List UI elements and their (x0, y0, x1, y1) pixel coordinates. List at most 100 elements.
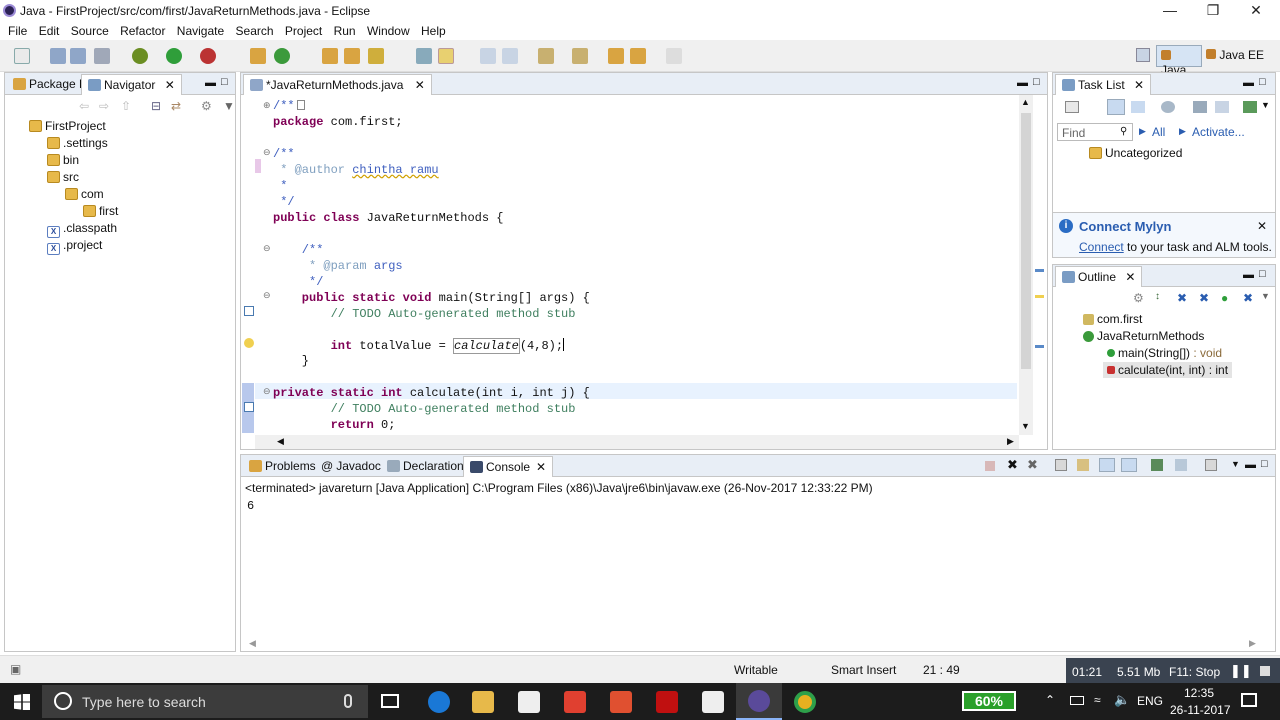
run-icon[interactable] (166, 48, 182, 64)
menu-refactor[interactable]: Refactor (120, 22, 165, 40)
chrome-icon[interactable] (794, 691, 816, 713)
mail-icon[interactable] (702, 691, 724, 713)
show-whitespace-icon[interactable] (502, 48, 518, 64)
open-type-icon[interactable] (322, 48, 338, 64)
toggle-mark-icon[interactable] (416, 48, 432, 64)
new-class-icon[interactable] (274, 48, 290, 64)
tree-item-com[interactable]: com (65, 187, 104, 201)
menu-help[interactable]: Help (421, 22, 446, 40)
menu-source[interactable]: Source (71, 22, 109, 40)
wifi-icon[interactable]: ≈ (1094, 693, 1101, 707)
vertical-scrollbar[interactable]: ▲ ▼ (1019, 95, 1033, 435)
scheduled-icon[interactable] (1131, 101, 1145, 113)
close-icon[interactable]: ✕ (1125, 270, 1135, 284)
close-icon[interactable]: ✕ (536, 460, 546, 474)
horizontal-scrollbar[interactable]: ◀ ▶ (255, 435, 1019, 449)
tab-problems[interactable]: Problems (243, 456, 322, 477)
fold-toggle-icon[interactable]: ⊖ (263, 290, 271, 301)
tab-outline[interactable]: Outline ✕ (1055, 266, 1143, 287)
code-line[interactable]: // TODO Auto-generated method stub (273, 402, 576, 416)
mcafee-icon[interactable] (656, 691, 678, 713)
connect-link[interactable]: Connect (1079, 240, 1124, 254)
open-folder-icon[interactable] (344, 48, 360, 64)
stop-icon[interactable] (1260, 666, 1270, 676)
chevron-up-icon[interactable]: ⌃ (1045, 693, 1055, 707)
maximize-view-icon[interactable]: □ (1259, 76, 1266, 88)
focus-icon[interactable] (1161, 101, 1175, 113)
fold-toggle-icon[interactable]: ⊖ (263, 243, 271, 254)
clock-date[interactable]: 26-11-2017 (1170, 703, 1231, 717)
menu-project[interactable]: Project (285, 22, 322, 40)
console-output[interactable]: 6 (247, 499, 254, 513)
perspective-javaee[interactable]: Java EE (1206, 48, 1264, 62)
all-link[interactable]: All (1152, 125, 1165, 139)
remove-launch-icon[interactable]: ✖ (1007, 457, 1018, 473)
scroll-lock-icon[interactable] (1077, 459, 1089, 471)
view-menu-icon[interactable]: ▼ (1231, 459, 1240, 469)
pause-icon[interactable]: ❚❚ (1230, 663, 1252, 679)
tab-editor-file[interactable]: *JavaReturnMethods.java ✕ (243, 74, 432, 95)
scroll-thumb[interactable] (1021, 113, 1031, 369)
maximize-view-icon[interactable]: □ (1261, 458, 1268, 470)
scroll-down-icon[interactable]: ▼ (1021, 421, 1030, 431)
eclipse-taskbar-button[interactable] (736, 683, 782, 720)
minimize-button[interactable]: — (1147, 0, 1193, 22)
terminate-icon[interactable] (985, 461, 995, 471)
code-line[interactable]: /** (273, 243, 324, 257)
save-all-icon[interactable] (70, 48, 86, 64)
up-icon[interactable]: ⇧ (121, 99, 131, 113)
menu-navigate[interactable]: Navigate (177, 22, 224, 40)
fast-view-icon[interactable]: ▣ (10, 662, 21, 676)
collapse-all-icon[interactable] (1215, 101, 1229, 113)
prev-annotation-icon[interactable] (572, 48, 588, 64)
debug-icon[interactable] (132, 48, 148, 64)
next-annotation-icon[interactable] (538, 48, 554, 64)
back-icon[interactable]: ⇦ (79, 99, 89, 113)
tab-javadoc[interactable]: @ Javadoc (315, 456, 387, 477)
tab-task-list[interactable]: Task List ✕ (1055, 74, 1152, 95)
scroll-left-icon[interactable]: ◀ (249, 638, 256, 649)
maximize-view-icon[interactable]: □ (1259, 268, 1266, 280)
minimize-view-icon[interactable]: ▬ (1017, 77, 1028, 89)
highlight-icon[interactable] (438, 48, 454, 64)
hide-static-icon[interactable]: ✖ (1199, 291, 1209, 305)
menu-window[interactable]: Window (367, 22, 410, 40)
scroll-right-icon[interactable]: ▶ (1249, 638, 1256, 649)
hide-completed-icon[interactable] (1193, 101, 1207, 113)
fold-toggle-icon[interactable]: ⊖ (263, 386, 271, 397)
code-line[interactable]: */ (273, 195, 294, 209)
horizontal-scrollbar[interactable]: ◀ ▶ (241, 637, 1275, 651)
edge-icon[interactable] (428, 691, 450, 713)
taskbar-search-box[interactable]: Type here to search (42, 685, 368, 718)
app-red-icon[interactable] (564, 691, 586, 713)
tree-item-project[interactable]: FirstProject (29, 119, 106, 133)
code-line[interactable]: * @param args (273, 259, 403, 273)
filter-icon[interactable]: ⚙ (201, 99, 212, 113)
menu-file[interactable]: File (8, 22, 27, 40)
microphone-icon[interactable] (344, 694, 352, 708)
tab-console[interactable]: Console ✕ (463, 456, 554, 477)
code-line[interactable]: * (273, 179, 287, 193)
close-icon[interactable]: ✕ (1257, 219, 1267, 233)
windows-start-icon[interactable] (14, 694, 30, 710)
outline-class[interactable]: JavaReturnMethods (1083, 329, 1204, 343)
tree-item-project-file[interactable]: X .project (47, 238, 102, 255)
store-icon[interactable] (518, 691, 540, 713)
language-indicator[interactable]: ENG (1137, 694, 1163, 708)
task-category-item[interactable]: Uncategorized (1089, 146, 1182, 160)
maximize-view-icon[interactable]: □ (221, 76, 228, 88)
close-icon[interactable]: ✕ (415, 78, 425, 92)
forward-icon[interactable]: ⇨ (99, 99, 109, 113)
lightbulb-warning-icon[interactable] (244, 338, 254, 348)
filter-icon[interactable]: ⚙ (1133, 291, 1144, 305)
volume-icon[interactable]: 🔈 (1114, 692, 1130, 708)
sync-icon[interactable] (1243, 101, 1257, 113)
scroll-left-icon[interactable]: ◀ (277, 436, 284, 447)
code-line[interactable]: // TODO Auto-generated method stub (273, 307, 576, 321)
view-menu-icon[interactable]: ▼ (1261, 100, 1270, 110)
hide-nonpublic-icon[interactable]: ● (1221, 291, 1228, 305)
code-line[interactable]: * @author chintha ramu (273, 163, 438, 177)
code-line[interactable]: } (273, 354, 309, 368)
collapse-all-icon[interactable]: ⊟ (151, 99, 161, 113)
coverage-icon[interactable] (200, 48, 216, 64)
